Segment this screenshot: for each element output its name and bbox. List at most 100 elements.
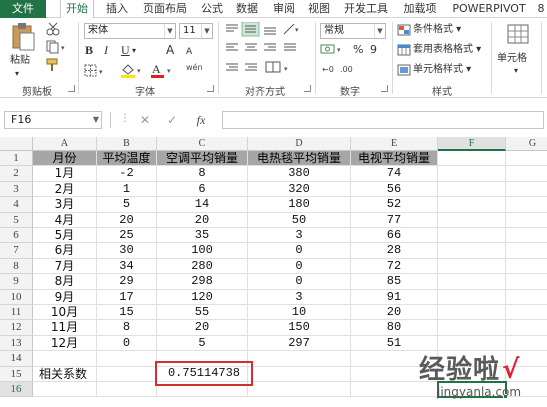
data-cell[interactable]: 52: [351, 197, 438, 213]
grid-cell[interactable]: [33, 351, 97, 367]
format-painter-icon[interactable]: [46, 58, 60, 72]
formula-input[interactable]: [222, 111, 544, 129]
data-cell[interactable]: 14: [157, 197, 248, 213]
percent-button[interactable]: %: [353, 42, 363, 58]
data-cell[interactable]: 80: [351, 320, 438, 336]
column-header-d[interactable]: D: [248, 137, 351, 151]
italic-button[interactable]: I: [104, 43, 108, 59]
data-cell[interactable]: 15: [97, 305, 157, 321]
grid-cell[interactable]: [506, 320, 547, 336]
cells-button[interactable]: 单元格: [497, 51, 527, 67]
tab-developer[interactable]: 开发工具: [338, 0, 394, 18]
data-cell[interactable]: 1: [97, 181, 157, 198]
fill-color-icon[interactable]: ▾: [120, 62, 146, 78]
data-cell[interactable]: 66: [351, 228, 438, 244]
tab-insert[interactable]: 插入: [100, 0, 134, 18]
data-cell[interactable]: 297: [248, 335, 351, 352]
data-cell[interactable]: 0: [97, 335, 157, 352]
table-header-cell[interactable]: 空调平均销量: [157, 151, 248, 167]
alignment-buttons[interactable]: ▾ ▾: [224, 22, 312, 82]
data-cell[interactable]: 0: [248, 258, 351, 275]
tab-file[interactable]: 文件: [0, 0, 46, 18]
font-name-select[interactable]: 宋体 ▼: [84, 23, 176, 39]
data-cell[interactable]: 35: [157, 228, 248, 244]
data-cell[interactable]: 85: [351, 274, 438, 290]
data-cell[interactable]: 8月: [33, 274, 97, 290]
data-cell[interactable]: 298: [157, 274, 248, 290]
borders-icon[interactable]: ▾: [84, 64, 108, 78]
tab-overflow[interactable]: 8: [535, 0, 547, 18]
grid-cell[interactable]: [438, 197, 506, 213]
table-header-cell[interactable]: 电视平均销量: [351, 151, 438, 167]
row-header-1[interactable]: 1: [0, 151, 33, 167]
data-cell[interactable]: 10: [248, 305, 351, 321]
grid-cell[interactable]: [506, 290, 547, 305]
confirm-icon[interactable]: ✓: [164, 111, 180, 129]
column-header-c[interactable]: C: [157, 137, 248, 151]
grid-cell[interactable]: [506, 182, 547, 198]
data-cell[interactable]: 30: [97, 243, 157, 259]
tab-formulas[interactable]: 公式: [196, 0, 228, 18]
grid-cell[interactable]: [506, 213, 547, 228]
data-cell[interactable]: 72: [351, 258, 438, 275]
row-header-10[interactable]: 10: [0, 289, 33, 305]
column-header-f[interactable]: F: [438, 137, 506, 151]
correlation-value-cell[interactable]: 0.75114738: [155, 360, 253, 386]
grid-cell[interactable]: [33, 382, 97, 398]
data-cell[interactable]: 20: [97, 212, 157, 228]
font-size-select[interactable]: 11 ▼: [179, 23, 213, 39]
row-header-14[interactable]: 14: [0, 351, 33, 367]
data-cell[interactable]: 12月: [33, 335, 97, 352]
grid-cell[interactable]: [506, 305, 547, 321]
data-cell[interactable]: 17: [97, 289, 157, 305]
data-cell[interactable]: 50: [248, 212, 351, 228]
clipboard-launcher-icon[interactable]: [68, 85, 75, 92]
data-cell[interactable]: 180: [248, 197, 351, 213]
grid-cell[interactable]: [97, 351, 157, 367]
column-header-e[interactable]: E: [351, 137, 438, 151]
data-cell[interactable]: 4月: [33, 212, 97, 228]
data-cell[interactable]: 0: [248, 274, 351, 290]
data-cell[interactable]: 0: [248, 243, 351, 259]
data-cell[interactable]: 74: [351, 166, 438, 182]
conditional-format-button[interactable]: 条件格式 ▾: [413, 22, 461, 38]
grid-cell[interactable]: [438, 243, 506, 259]
grid-cell[interactable]: [438, 181, 506, 198]
grid-cell[interactable]: [438, 166, 506, 182]
alignment-launcher-icon[interactable]: [304, 85, 311, 92]
decimal-buttons[interactable]: ←0 .00: [322, 62, 362, 76]
grid-cell[interactable]: [438, 258, 506, 275]
grid-cell[interactable]: [438, 274, 506, 290]
grid-cell[interactable]: [438, 228, 506, 244]
data-cell[interactable]: 56: [351, 181, 438, 198]
correlation-label-cell[interactable]: 相关系数: [33, 367, 97, 382]
select-all-corner[interactable]: [0, 137, 33, 151]
row-header-12[interactable]: 12: [0, 320, 33, 336]
table-format-button[interactable]: 套用表格格式 ▾: [413, 42, 481, 58]
cancel-icon[interactable]: ✕: [137, 111, 153, 129]
tab-view[interactable]: 视图: [303, 0, 335, 18]
data-cell[interactable]: 150: [248, 320, 351, 336]
paste-dropdown[interactable]: ▾: [15, 66, 19, 82]
row-header-11[interactable]: 11: [0, 305, 33, 321]
insert-function-icon[interactable]: fx: [193, 111, 209, 129]
table-header-cell[interactable]: 电热毯平均销量: [248, 151, 351, 167]
row-header-9[interactable]: 9: [0, 274, 33, 290]
data-cell[interactable]: 320: [248, 181, 351, 198]
data-cell[interactable]: 3月: [33, 197, 97, 213]
row-header-4[interactable]: 4: [0, 197, 33, 213]
data-cell[interactable]: 10月: [33, 305, 97, 321]
grid-cell[interactable]: [248, 366, 351, 382]
data-cell[interactable]: 20: [157, 212, 248, 228]
tab-addins[interactable]: 加载项: [398, 0, 442, 18]
grid-cell[interactable]: [97, 382, 157, 398]
data-cell[interactable]: 3: [248, 228, 351, 244]
data-cell[interactable]: 20: [157, 320, 248, 336]
row-header-15[interactable]: 15: [0, 366, 33, 382]
cell-style-button[interactable]: 单元格样式 ▾: [413, 62, 471, 78]
row-header-6[interactable]: 6: [0, 228, 33, 244]
number-launcher-icon[interactable]: [381, 85, 388, 92]
grid-cell[interactable]: [506, 151, 547, 167]
table-header-cell[interactable]: 平均温度: [97, 151, 157, 167]
copy-icon[interactable]: ▾: [46, 40, 68, 54]
